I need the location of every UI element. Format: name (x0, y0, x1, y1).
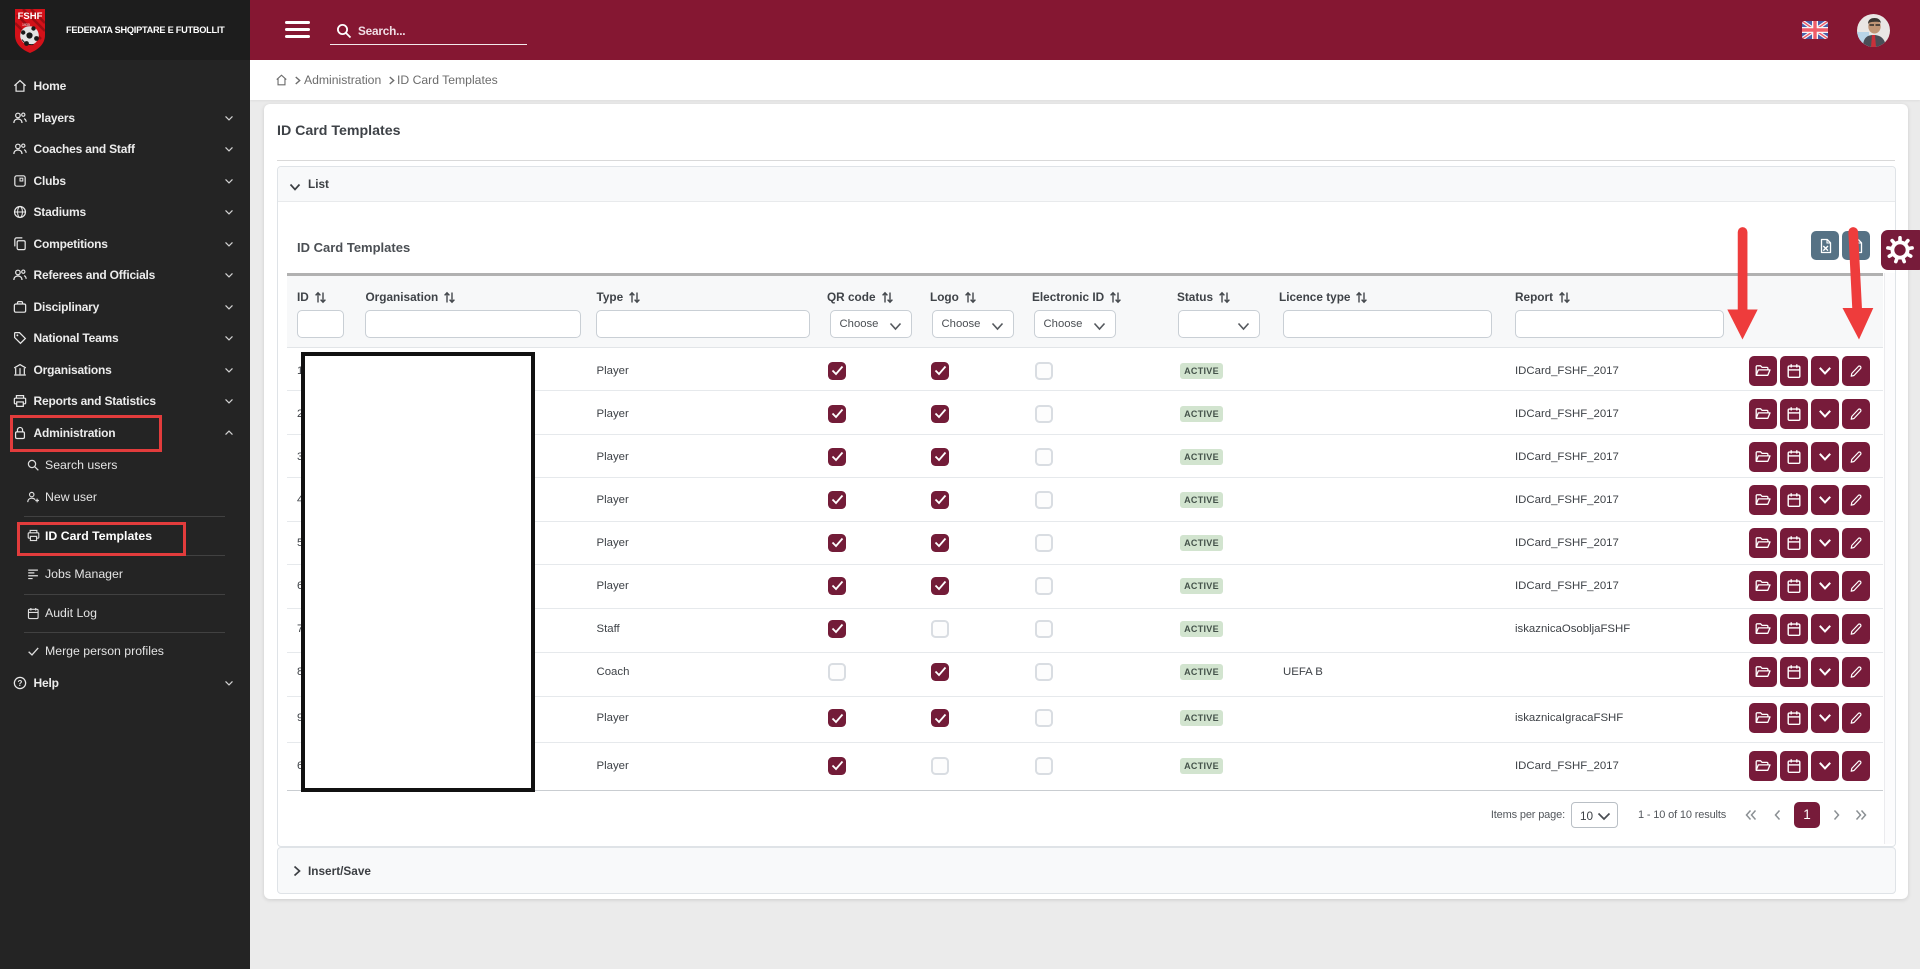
svg-text:?: ? (18, 678, 23, 687)
svg-text:FSHF: FSHF (18, 11, 43, 22)
